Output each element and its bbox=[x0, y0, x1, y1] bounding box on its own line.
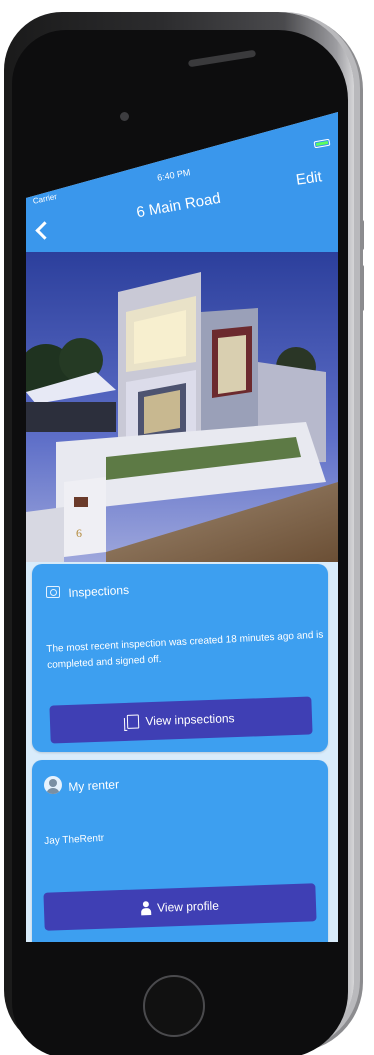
front-camera bbox=[120, 112, 129, 121]
status-time: 6:40 PM bbox=[156, 167, 192, 183]
inspections-description: The most recent inspection was created 1… bbox=[46, 629, 324, 671]
property-photo: 6 bbox=[26, 252, 338, 562]
person-icon bbox=[141, 901, 152, 916]
view-profile-button[interactable]: View profile bbox=[43, 883, 317, 931]
renter-avatar-icon bbox=[44, 776, 62, 794]
renter-card-title: My renter bbox=[68, 777, 120, 794]
power-button bbox=[359, 500, 363, 506]
renter-card: My renter Jay TheRentr View profile bbox=[32, 760, 328, 942]
book-icon bbox=[127, 714, 140, 729]
inspection-house-icon bbox=[46, 586, 60, 598]
volume-up-button bbox=[359, 220, 364, 250]
back-chevron-icon[interactable] bbox=[35, 221, 54, 240]
home-button[interactable] bbox=[143, 975, 205, 1037]
phone-screen: Carrier 6:40 PM Edit 6 Main Road 6 Inspe… bbox=[26, 112, 338, 942]
renter-name: Jay TheRentr bbox=[44, 832, 105, 847]
phone-mockup-stage: Carrier 6:40 PM Edit 6 Main Road 6 Inspe… bbox=[0, 0, 374, 1055]
inspections-title: Inspections bbox=[68, 582, 130, 600]
page-title: 6 Main Road bbox=[135, 189, 222, 222]
volume-down-button bbox=[359, 265, 364, 311]
view-profile-label: View profile bbox=[156, 898, 220, 915]
battery-icon bbox=[313, 138, 331, 149]
edit-button[interactable]: Edit bbox=[295, 168, 323, 188]
view-inspections-label: View inpsections bbox=[145, 711, 235, 729]
house-number-sign: 6 bbox=[76, 526, 82, 540]
inspections-card: Inspections The most recent inspection w… bbox=[32, 564, 328, 752]
view-inspections-button[interactable]: View inpsections bbox=[49, 696, 313, 744]
